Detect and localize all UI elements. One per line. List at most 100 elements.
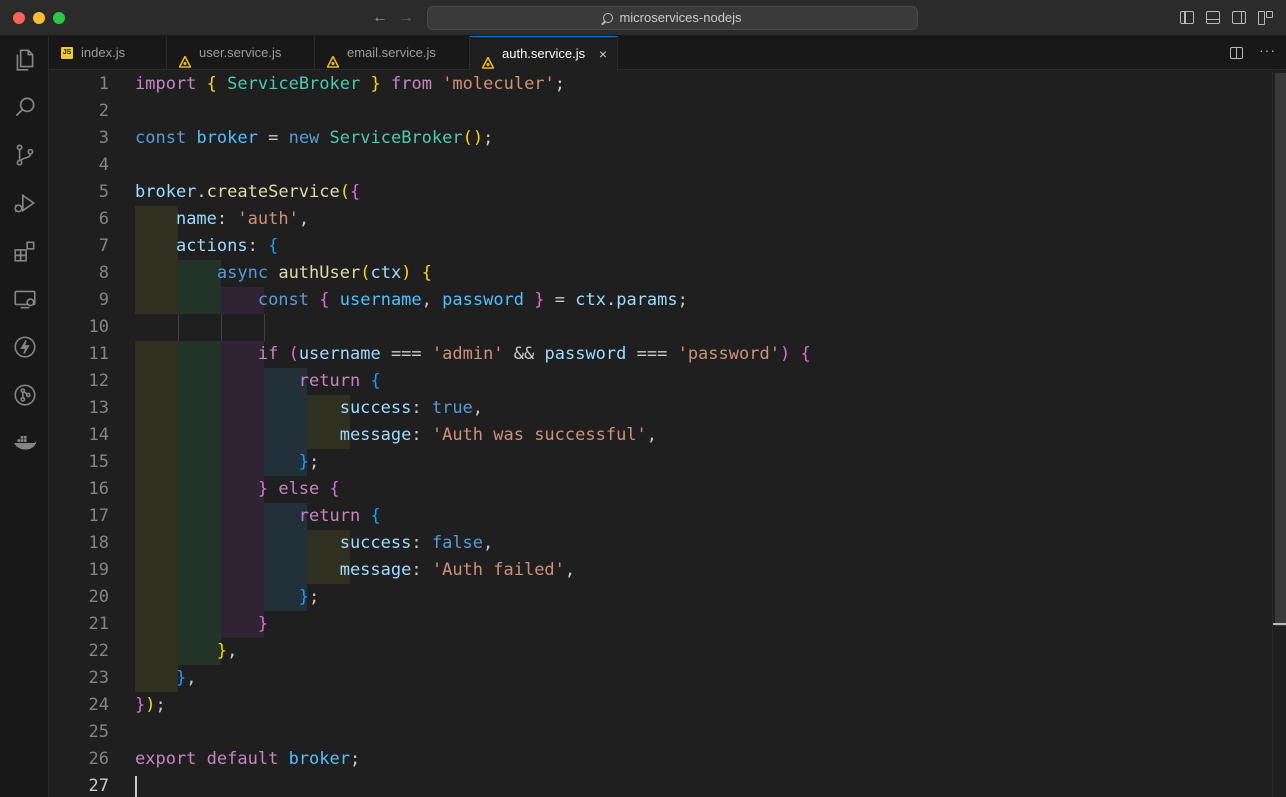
code-line[interactable]: 23 }, <box>49 665 1271 692</box>
code-line[interactable]: 4 <box>49 152 1271 179</box>
tab-label: index.js <box>81 45 126 60</box>
tab-index-js[interactable]: JS index.js <box>49 36 167 70</box>
code-line[interactable]: 22 }, <box>49 638 1271 665</box>
extensions-icon[interactable] <box>12 238 38 264</box>
code-token: message <box>339 560 412 580</box>
code-token: 'auth' <box>237 209 299 229</box>
search-icon[interactable] <box>12 94 38 120</box>
tab-label: email.service.js <box>347 45 436 60</box>
code-line[interactable]: 27 <box>49 773 1271 797</box>
line-number: 16 <box>88 479 109 499</box>
cursor-position-marker <box>1273 623 1286 625</box>
code-token: from <box>390 74 432 94</box>
toggle-panel-icon[interactable] <box>1206 11 1220 24</box>
code-token: = <box>257 128 289 148</box>
code-line[interactable]: 12 return { <box>49 368 1271 395</box>
code-line[interactable]: 18 success: false, <box>49 530 1271 557</box>
code-token: true <box>431 398 473 418</box>
code-line[interactable]: 3 const broker = new ServiceBroker(); <box>49 125 1271 152</box>
code-token: username <box>298 344 381 364</box>
code-text: }; <box>135 584 320 611</box>
gitlens-icon[interactable] <box>12 382 38 408</box>
code-line[interactable]: 21 } <box>49 611 1271 638</box>
code-token: false <box>431 533 484 553</box>
code-token: { <box>349 182 361 202</box>
code-text: if (username === 'admin' && password ===… <box>135 341 811 368</box>
minimize-window-button[interactable] <box>33 12 45 24</box>
code-line[interactable]: 11 if (username === 'admin' && password … <box>49 341 1271 368</box>
source-control-icon[interactable] <box>12 142 38 168</box>
tab-auth-service-js[interactable]: auth.service.js × <box>470 36 618 71</box>
code-line[interactable]: 15 }; <box>49 449 1271 476</box>
code-line[interactable]: 2 <box>49 98 1271 125</box>
moleculer-file-icon <box>326 47 340 68</box>
code-text: success: true, <box>135 395 483 422</box>
run-debug-icon[interactable] <box>12 190 38 216</box>
customize-layout-icon[interactable] <box>1258 11 1273 25</box>
scrollbar-thumb[interactable] <box>1275 73 1286 626</box>
code-line[interactable]: 14 message: 'Auth was successful', <box>49 422 1271 449</box>
close-window-button[interactable] <box>13 12 25 24</box>
code-line[interactable]: 8 async authUser(ctx) { <box>49 260 1271 287</box>
tab-email-service-js[interactable]: email.service.js <box>315 36 470 70</box>
remote-explorer-icon[interactable] <box>12 286 38 312</box>
code-token: { <box>319 290 330 310</box>
code-text: }, <box>135 665 197 692</box>
go-back-arrow-icon[interactable]: ← <box>372 8 388 28</box>
code-line[interactable]: 24}); <box>49 692 1271 719</box>
more-actions-icon[interactable]: ··· <box>1259 42 1276 58</box>
code-line[interactable]: 20 }; <box>49 584 1271 611</box>
code-text: }, <box>135 638 238 665</box>
tab-user-service-js[interactable]: user.service.js <box>167 36 315 70</box>
code-token: ; <box>309 587 320 607</box>
code-line[interactable]: 19 message: 'Auth failed', <box>49 557 1271 584</box>
code-line[interactable]: 1 import { ServiceBroker } from 'molecule… <box>49 71 1271 98</box>
go-forward-arrow-icon[interactable]: → <box>398 8 414 28</box>
close-tab-icon[interactable]: × <box>599 37 607 71</box>
code-line[interactable]: 10 <box>49 314 1271 341</box>
code-line[interactable]: 13 success: true, <box>49 395 1271 422</box>
code-line[interactable]: 26 export default broker; <box>49 746 1271 773</box>
code-line[interactable]: 7 actions: { <box>49 233 1271 260</box>
toggle-secondary-sidebar-icon[interactable] <box>1232 11 1246 24</box>
code-token: . <box>196 182 207 202</box>
line-number: 5 <box>98 182 109 202</box>
docker-icon[interactable] <box>12 430 38 456</box>
line-number: 17 <box>88 506 109 526</box>
code-token: 'Auth was successful' <box>431 425 647 445</box>
code-text: return { <box>135 503 381 530</box>
code-line[interactable]: 16 } else { <box>49 476 1271 503</box>
command-center-search[interactable]: microservices-nodejs <box>427 6 918 30</box>
javascript-file-icon: JS <box>61 47 73 59</box>
explorer-icon[interactable] <box>12 47 38 73</box>
code-text: name: 'auth', <box>135 206 309 233</box>
line-number: 18 <box>88 533 109 553</box>
editor-scrollbar[interactable] <box>1272 71 1286 797</box>
toggle-primary-sidebar-icon[interactable] <box>1180 11 1194 24</box>
code-editor[interactable]: 1 import { ServiceBroker } from 'molecule… <box>49 71 1286 797</box>
thunder-client-icon[interactable] <box>12 334 38 360</box>
code-line[interactable]: 25 <box>49 719 1271 746</box>
code-line[interactable]: 17 return { <box>49 503 1271 530</box>
split-editor-icon[interactable] <box>1230 47 1243 59</box>
maximize-window-button[interactable] <box>53 12 65 24</box>
code-token: ; <box>350 749 361 769</box>
code-token: import <box>135 74 197 94</box>
code-token: ) <box>779 344 791 364</box>
code-text: async authUser(ctx) { <box>135 260 432 287</box>
code-line[interactable]: 6 name: 'auth', <box>49 206 1271 233</box>
code-text: const broker = new ServiceBroker(); <box>135 125 493 152</box>
code-token: } <box>175 668 187 688</box>
code-line[interactable]: 5 broker.createService({ <box>49 179 1271 206</box>
code-line[interactable]: 9 const { username, password } = ctx.par… <box>49 287 1271 314</box>
